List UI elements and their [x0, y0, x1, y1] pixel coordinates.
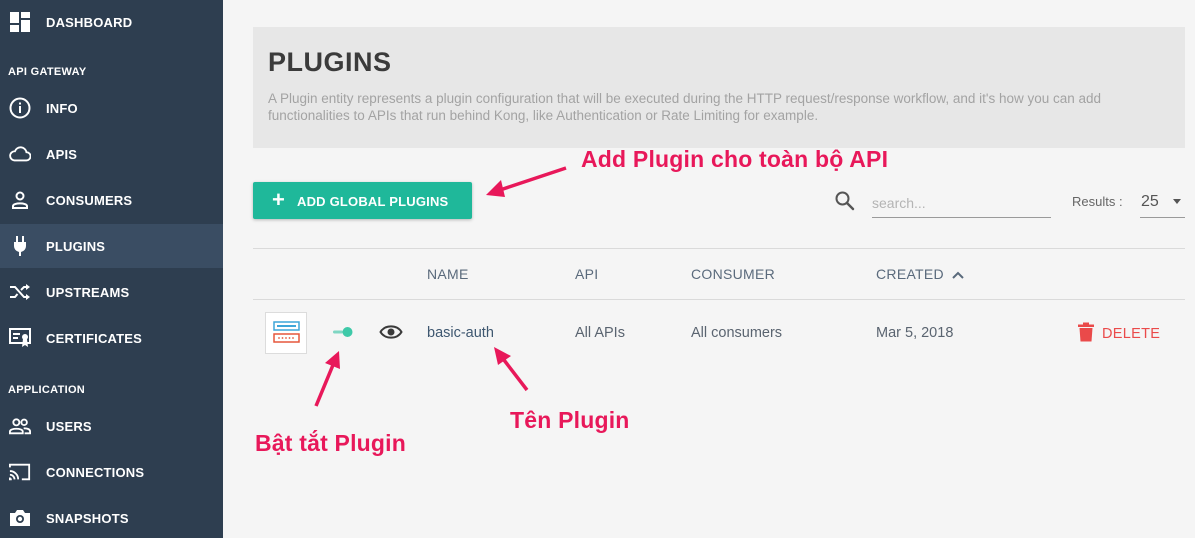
sidebar: DASHBOARD API GATEWAY INFO APIS CONSUMER… [0, 0, 223, 538]
search-icon[interactable] [834, 190, 856, 212]
basic-auth-plugin-icon [265, 312, 307, 354]
plus-icon: + [272, 187, 285, 212]
column-header-created[interactable]: CREATED [876, 266, 944, 282]
certificate-icon [9, 327, 31, 349]
section-label-application: APPLICATION [8, 384, 86, 396]
column-header-api[interactable]: API [575, 266, 598, 282]
plugin-api-cell: All APIs [575, 325, 625, 341]
column-header-consumer[interactable]: CONSUMER [691, 266, 775, 282]
sidebar-item-certificates[interactable]: CERTIFICATES [0, 316, 223, 360]
caret-down-icon [1173, 199, 1181, 204]
sidebar-item-plugins[interactable]: PLUGINS [0, 224, 223, 268]
dashboard-icon [9, 11, 31, 33]
sidebar-item-apis[interactable]: APIS [0, 132, 223, 176]
table-divider-header [253, 299, 1185, 300]
cast-icon [9, 461, 31, 483]
plug-icon [9, 235, 31, 257]
sidebar-item-info[interactable]: INFO [0, 86, 223, 130]
people-icon [9, 415, 31, 437]
page-description: A Plugin entity represents a plugin conf… [268, 91, 1102, 123]
table-divider-top [253, 248, 1185, 249]
results-label: Results : [1072, 194, 1123, 209]
sidebar-item-users[interactable]: USERS [0, 404, 223, 448]
sidebar-item-label: CONSUMERS [46, 192, 133, 208]
camera-icon [9, 507, 31, 529]
sidebar-item-upstreams[interactable]: UPSTREAMS [0, 270, 223, 314]
sidebar-item-consumers[interactable]: CONSUMERS [0, 178, 223, 222]
column-header-name[interactable]: NAME [427, 266, 469, 282]
section-label-api-gateway: API GATEWAY [8, 66, 87, 78]
sidebar-item-label: INFO [46, 100, 78, 116]
page-header: PLUGINS A Plugin entity represents a plu… [253, 27, 1185, 148]
sidebar-item-label: USERS [46, 418, 92, 434]
results-per-page-value: 25 [1141, 193, 1159, 210]
sidebar-item-dashboard[interactable]: DASHBOARD [0, 0, 223, 44]
view-plugin-eye-icon[interactable] [379, 322, 403, 342]
shuffle-icon [9, 281, 31, 303]
sidebar-item-label: DASHBOARD [46, 14, 133, 30]
page-title: PLUGINS [268, 47, 392, 77]
annotation-plugin-name: Tên Plugin [510, 407, 630, 433]
plugin-created-cell: Mar 5, 2018 [876, 325, 954, 341]
add-global-plugins-label: ADD GLOBAL PLUGINS [297, 194, 449, 209]
plugin-consumer-cell: All consumers [691, 325, 783, 341]
plugin-name-link[interactable]: basic-auth [427, 325, 494, 341]
delete-label: DELETE [1102, 326, 1161, 342]
delete-plugin-button[interactable]: DELETE [1077, 322, 1161, 347]
sidebar-item-connections[interactable]: CONNECTIONS [0, 450, 223, 494]
user-icon [9, 189, 31, 211]
sidebar-item-label: PLUGINS [46, 238, 106, 254]
results-per-page-select[interactable]: 25 [1140, 185, 1185, 218]
annotation-add-plugin: Add Plugin cho toàn bộ API [581, 146, 889, 172]
plugin-enabled-toggle[interactable] [330, 324, 354, 340]
sidebar-item-label: CONNECTIONS [46, 464, 145, 480]
sidebar-item-label: SNAPSHOTS [46, 510, 129, 526]
add-global-plugins-button[interactable]: + ADD GLOBAL PLUGINS [253, 182, 472, 219]
sort-ascending-icon[interactable] [951, 268, 965, 286]
sidebar-item-label: CERTIFICATES [46, 330, 143, 346]
sidebar-item-label: UPSTREAMS [46, 284, 130, 300]
cloud-icon [9, 143, 31, 165]
sidebar-item-snapshots[interactable]: SNAPSHOTS [0, 496, 223, 538]
trash-icon [1077, 322, 1095, 347]
annotation-toggle-plugin: Bật tắt Plugin [255, 430, 407, 456]
search-input[interactable] [872, 188, 1051, 218]
sidebar-item-label: APIS [46, 146, 78, 162]
info-icon [9, 97, 31, 119]
